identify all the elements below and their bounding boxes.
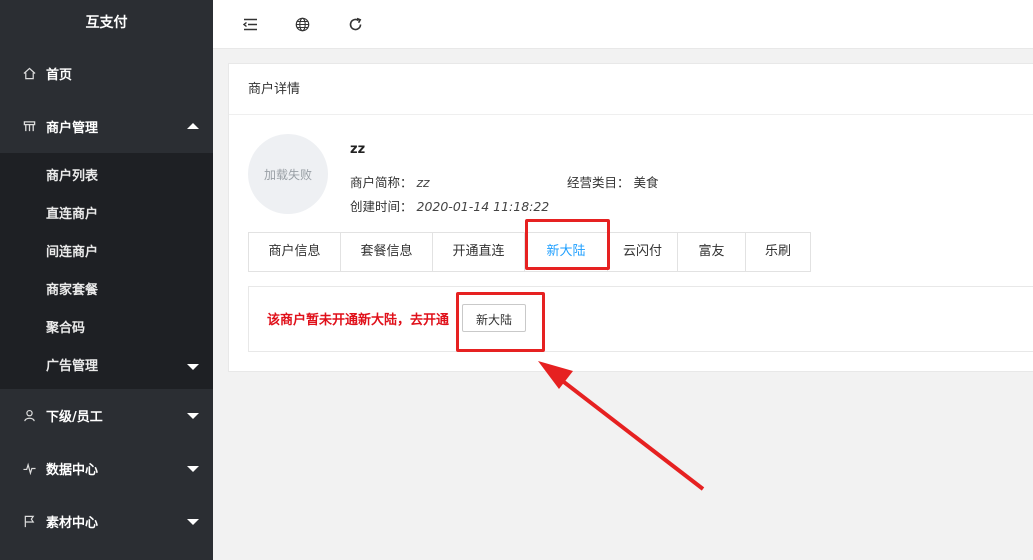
user-icon bbox=[22, 409, 36, 423]
nav-item-data-center[interactable]: 数据中心 bbox=[0, 442, 213, 495]
merchant-detail-card: 商户详情 加载失败 zz 商户简称： zz 经营类目： 美食 创建时间： 202… bbox=[228, 63, 1033, 372]
pulse-icon bbox=[22, 462, 36, 476]
tab-yunshanfu[interactable]: 云闪付 bbox=[608, 233, 678, 271]
refresh-icon[interactable] bbox=[346, 15, 364, 33]
flag-icon bbox=[22, 515, 36, 529]
app-logo: 互支付 bbox=[85, 15, 128, 31]
tab-merchant-info[interactable]: 商户信息 bbox=[249, 233, 341, 271]
merchant-category: 经营类目： 美食 bbox=[567, 172, 659, 191]
avatar: 加载失败 bbox=[248, 134, 328, 214]
submenu-item-direct-merchant[interactable]: 直连商户 bbox=[0, 196, 213, 234]
store-icon bbox=[22, 120, 36, 134]
chevron-down-icon bbox=[187, 518, 199, 525]
tab-package-info[interactable]: 套餐信息 bbox=[341, 233, 433, 271]
submenu-item-merchant-list[interactable]: 商户列表 bbox=[0, 158, 213, 196]
card-title: 商户详情 bbox=[229, 64, 1033, 115]
tab-leshua[interactable]: 乐刷 bbox=[746, 233, 810, 271]
merchant-tabs: 商户信息 套餐信息 开通直连 新大陆 云闪付 富友 乐刷 bbox=[248, 232, 811, 272]
merchant-submenu: 商户列表 直连商户 间连商户 商家套餐 聚合码 广告管理 bbox=[0, 153, 213, 389]
nav-item-materials[interactable]: 素材中心 bbox=[0, 495, 213, 548]
field-label: 商户简称： bbox=[350, 175, 413, 190]
field-value: 2020-01-14 11:18:22 bbox=[416, 199, 550, 214]
merchant-name: zz bbox=[350, 142, 366, 157]
nav-item-label: 数据中心 bbox=[46, 463, 99, 478]
nav-item-label: 素材中心 bbox=[46, 516, 99, 531]
tab-xindalu[interactable]: 新大陆 bbox=[525, 233, 608, 271]
chevron-down-icon bbox=[187, 465, 199, 472]
submenu-item-merchant-package[interactable]: 商家套餐 bbox=[0, 272, 213, 310]
top-toolbar bbox=[213, 0, 1033, 49]
open-xindalu-button[interactable]: 新大陆 bbox=[462, 304, 526, 332]
avatar-fallback-text: 加载失败 bbox=[263, 167, 312, 182]
menu-fold-icon[interactable] bbox=[241, 15, 259, 33]
submenu-item-aggregate-code[interactable]: 聚合码 bbox=[0, 310, 213, 348]
nav-item-label: 首页 bbox=[46, 67, 73, 83]
chevron-down-icon bbox=[187, 364, 199, 370]
nav-item-merchant-management[interactable]: 商户管理 bbox=[0, 100, 213, 153]
nav-item-staff[interactable]: 下级/员工 bbox=[0, 389, 213, 442]
tab-panel: 该商户暂未开通新大陆，去开通 新大陆 bbox=[248, 286, 1033, 352]
field-label: 创建时间： bbox=[350, 199, 413, 214]
field-label: 经营类目： bbox=[567, 175, 630, 190]
submenu-item-ad-management[interactable]: 广告管理 bbox=[0, 348, 213, 386]
nav-item-home[interactable]: 首页 bbox=[0, 46, 213, 100]
nav-item-label: 下级/员工 bbox=[46, 410, 103, 425]
field-value: 美食 bbox=[633, 175, 659, 190]
submenu-item-label: 广告管理 bbox=[46, 359, 99, 374]
chevron-down-icon bbox=[187, 412, 199, 419]
chevron-up-icon bbox=[187, 122, 199, 129]
not-activated-notice: 该商户暂未开通新大陆，去开通 bbox=[267, 313, 450, 328]
tab-direct-connect[interactable]: 开通直连 bbox=[433, 233, 525, 271]
nav-item-label: 商户管理 bbox=[46, 121, 99, 136]
tab-fuyou[interactable]: 富友 bbox=[678, 233, 746, 271]
sidebar: 互支付 首页 商户管理 商户列表 直连商户 间连商户 商家套餐 聚合码 广告管理… bbox=[0, 0, 213, 560]
globe-icon[interactable] bbox=[293, 15, 311, 33]
home-icon bbox=[22, 66, 36, 80]
merchant-created-time: 创建时间： 2020-01-14 11:18:22 bbox=[350, 196, 549, 215]
field-value: zz bbox=[416, 175, 430, 190]
submenu-item-indirect-merchant[interactable]: 间连商户 bbox=[0, 234, 213, 272]
merchant-short-name: 商户简称： zz bbox=[350, 172, 430, 191]
